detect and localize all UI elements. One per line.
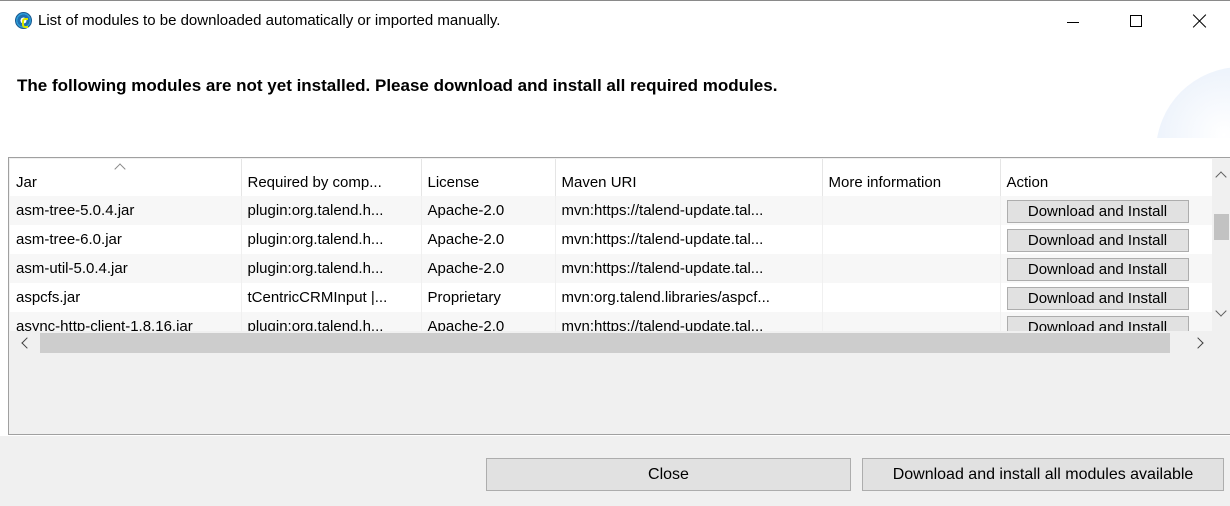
modules-table: Jar Required by comp... License Maven UR… — [10, 159, 1212, 331]
cell-maven-uri: mvn:org.talend.libraries/aspcf... — [555, 283, 823, 312]
close-icon — [1193, 14, 1207, 28]
minimize-button[interactable] — [1053, 9, 1093, 33]
window-title: List of modules to be downloaded automat… — [38, 12, 501, 29]
column-header-more-information[interactable]: More information — [822, 159, 1001, 196]
table-row[interactable]: asm-util-5.0.4.jar plugin:org.talend.h..… — [10, 254, 1212, 283]
vertical-scrollbar[interactable] — [1213, 159, 1230, 331]
download-all-button[interactable]: Download and install all modules availab… — [862, 458, 1224, 491]
cell-more-info — [822, 312, 1001, 331]
close-button[interactable]: Close — [486, 458, 851, 491]
header-message: The following modules are not yet instal… — [17, 76, 778, 95]
sort-ascending-icon — [116, 163, 125, 172]
table-row[interactable]: asm-tree-5.0.4.jar plugin:org.talend.h..… — [10, 196, 1212, 225]
download-and-install-button[interactable]: Download and Install — [1006, 228, 1189, 252]
cell-maven-uri: mvn:https://talend-update.tal... — [555, 196, 823, 225]
cell-license: Apache-2.0 — [421, 254, 556, 283]
cell-more-info — [822, 225, 1001, 254]
cell-action: Download and Install — [1000, 225, 1212, 254]
cell-more-info — [822, 254, 1001, 283]
column-header-maven-uri[interactable]: Maven URI — [555, 159, 823, 196]
title-bar: List of modules to be downloaded automat… — [0, 1, 1230, 33]
maximize-button[interactable] — [1116, 9, 1156, 33]
cell-action: Download and Install — [1000, 283, 1212, 312]
table-header-row: Jar Required by comp... License Maven UR… — [10, 159, 1212, 196]
column-header-action[interactable]: Action — [1000, 159, 1212, 196]
cell-license: Apache-2.0 — [421, 225, 556, 254]
cell-jar: async-http-client-1.8.16.jar — [10, 312, 242, 331]
talend-icon — [15, 12, 32, 29]
cell-maven-uri: mvn:https://talend-update.tal... — [555, 312, 823, 331]
download-and-install-button[interactable]: Download and Install — [1006, 286, 1189, 310]
cell-jar: asm-tree-5.0.4.jar — [10, 196, 242, 225]
table-row[interactable]: aspcfs.jar tCentricCRMInput |... Proprie… — [10, 283, 1212, 312]
vertical-scroll-thumb[interactable] — [1214, 214, 1229, 240]
cell-required-by: tCentricCRMInput |... — [241, 283, 422, 312]
cell-action: Download and Install — [1000, 254, 1212, 283]
cell-maven-uri: mvn:https://talend-update.tal... — [555, 254, 823, 283]
modules-table-panel: Jar Required by comp... License Maven UR… — [8, 157, 1230, 435]
cell-required-by: plugin:org.talend.h... — [241, 312, 422, 331]
cell-more-info — [822, 283, 1001, 312]
scroll-right-icon[interactable] — [1192, 337, 1204, 349]
column-header-label: Jar — [16, 174, 37, 191]
cell-action: Download and Install — [1000, 196, 1212, 225]
horizontal-scrollbar[interactable] — [10, 331, 1213, 356]
cell-action: Download and Install — [1000, 312, 1212, 331]
cell-required-by: plugin:org.talend.h... — [241, 254, 422, 283]
column-header-required-by[interactable]: Required by comp... — [241, 159, 422, 196]
cell-maven-uri: mvn:https://talend-update.tal... — [555, 225, 823, 254]
cell-jar: asm-util-5.0.4.jar — [10, 254, 242, 283]
header-decoration — [1150, 63, 1230, 138]
download-and-install-button[interactable]: Download and Install — [1006, 315, 1189, 331]
cell-license: Apache-2.0 — [421, 196, 556, 225]
cell-required-by: plugin:org.talend.h... — [241, 225, 422, 254]
cell-license: Apache-2.0 — [421, 312, 556, 331]
table-row[interactable]: async-http-client-1.8.16.jar plugin:org.… — [10, 312, 1212, 331]
table-row[interactable]: asm-tree-6.0.jar plugin:org.talend.h... … — [10, 225, 1212, 254]
cell-jar: asm-tree-6.0.jar — [10, 225, 242, 254]
scroll-up-icon[interactable] — [1215, 171, 1227, 183]
cell-required-by: plugin:org.talend.h... — [241, 196, 422, 225]
button-bar: Close Download and install all modules a… — [0, 436, 1230, 506]
cell-more-info — [822, 196, 1001, 225]
cell-jar: aspcfs.jar — [10, 283, 242, 312]
close-window-button[interactable] — [1180, 9, 1220, 33]
minimize-icon — [1067, 21, 1079, 23]
scroll-down-icon[interactable] — [1215, 305, 1227, 317]
download-and-install-button[interactable]: Download and Install — [1006, 199, 1189, 223]
modules-dialog: List of modules to be downloaded automat… — [0, 0, 1230, 506]
column-header-jar[interactable]: Jar — [10, 159, 242, 196]
column-header-license[interactable]: License — [421, 159, 556, 196]
horizontal-scroll-thumb[interactable] — [40, 333, 1170, 353]
maximize-icon — [1130, 15, 1142, 27]
download-and-install-button[interactable]: Download and Install — [1006, 257, 1189, 281]
cell-license: Proprietary — [421, 283, 556, 312]
scroll-left-icon[interactable] — [21, 337, 33, 349]
